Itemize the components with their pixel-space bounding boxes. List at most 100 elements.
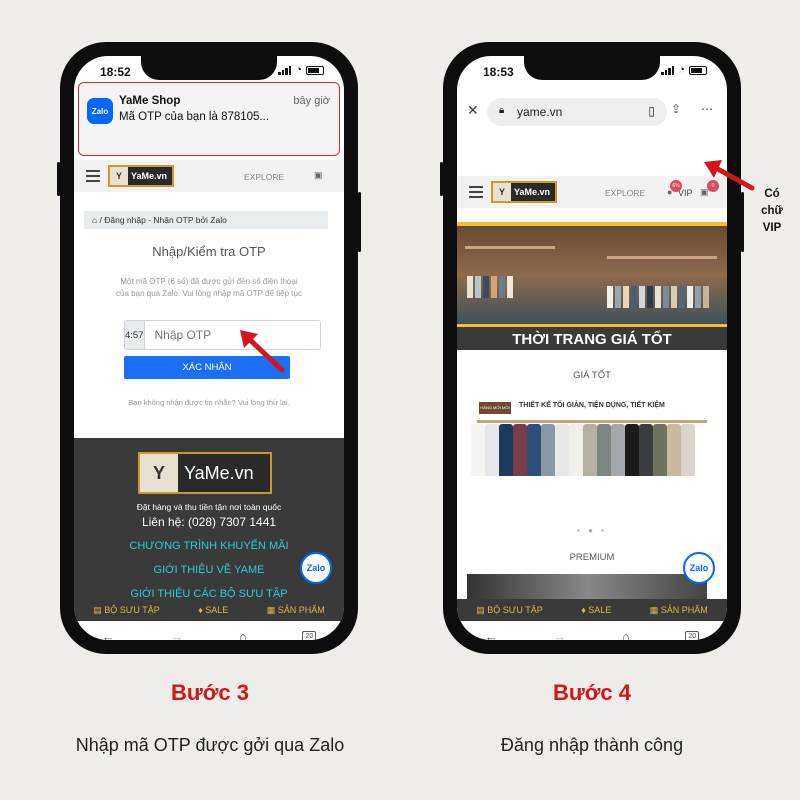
shield-icon: Y bbox=[140, 454, 178, 492]
shield-icon: Y bbox=[493, 183, 511, 201]
browser-toolbar: ← → ⌂ 20 bbox=[457, 621, 727, 640]
home-icon[interactable]: ⌂ bbox=[92, 215, 97, 225]
bottom-nav: ▤ BỘ SƯU TẬP ♦ SALE ▦ SẢN PHẨM bbox=[74, 599, 344, 621]
logo-text: YaMe.vn bbox=[514, 187, 551, 197]
annotation-line: chữ bbox=[761, 205, 783, 217]
step-4-description: Đăng nhập thành công bbox=[500, 735, 684, 755]
back-icon[interactable]: ← bbox=[485, 629, 498, 641]
nav-collections[interactable]: ▤ BỘ SƯU TẬP bbox=[476, 605, 543, 616]
shelf bbox=[465, 246, 555, 249]
url-text: yame.vn bbox=[517, 105, 563, 119]
shirts-image bbox=[471, 424, 695, 476]
footer-tagline: Đặt hàng và thu tiền tận nơi toàn quốc bbox=[136, 502, 282, 512]
browser-url-bar: ✕ 🔒︎ yame.vn ▯ ⇪ ⋯ bbox=[457, 90, 727, 136]
menu-icon[interactable] bbox=[86, 170, 100, 185]
otp-title: Nhập/Kiểm tra OTP bbox=[152, 244, 266, 259]
forward-icon[interactable]: → bbox=[553, 629, 566, 641]
bookmark-icon[interactable]: ▯ bbox=[648, 104, 655, 118]
close-icon[interactable]: ✕ bbox=[467, 102, 479, 119]
breadcrumb-current: Đăng nhập - Nhận OTP bởi Zalo bbox=[104, 215, 227, 225]
share-icon[interactable]: ⇪ bbox=[671, 102, 681, 116]
menu-icon[interactable] bbox=[469, 186, 483, 201]
phone-step-4: 18:53 ◔ ✕ 🔒︎ yame.vn ▯ ⇪ ⋯ Y YaMe.vn EXP… bbox=[440, 42, 744, 654]
tabs-button[interactable]: 20 bbox=[685, 630, 700, 640]
nav-products[interactable]: ▦ SẢN PHẨM bbox=[650, 605, 708, 616]
step-3-description: Nhập mã OTP được gởi qua Zalo bbox=[75, 735, 345, 755]
url-field[interactable]: 🔒︎ yame.vn ▯ bbox=[487, 98, 667, 126]
forward-icon[interactable]: → bbox=[170, 629, 183, 641]
cart-icon[interactable]: ▣ bbox=[314, 170, 323, 181]
step-3-title: Bước 3 bbox=[170, 680, 250, 705]
explore-link[interactable]: EXPLORE bbox=[244, 172, 284, 182]
red-arrow-icon bbox=[240, 330, 285, 373]
otp-notification[interactable]: Zalo YaMe Shop bây giờ Mã OTP của bạn là… bbox=[78, 82, 340, 156]
volume-button bbox=[440, 162, 443, 196]
battery-icon bbox=[689, 65, 707, 75]
zalo-app-icon: Zalo bbox=[87, 98, 113, 124]
home-icon[interactable]: ⌂ bbox=[622, 629, 630, 641]
phone-step-3: 18:52 ◔ Zalo YaMe Shop bây giờ Mã OTP củ… bbox=[57, 42, 361, 654]
tabs-button[interactable]: 20 bbox=[302, 630, 317, 640]
phone-screen: 18:52 ◔ Zalo YaMe Shop bây giờ Mã OTP củ… bbox=[74, 56, 344, 640]
nav-sale[interactable]: ♦ SALE bbox=[581, 605, 611, 615]
power-button bbox=[358, 192, 361, 252]
step-4-title: Bước 4 bbox=[552, 680, 632, 705]
nav-collections[interactable]: ▤ BỘ SƯU TẬP bbox=[93, 605, 160, 616]
clothes-rail bbox=[477, 420, 707, 423]
resend-hint: Bạn không nhận được tin nhắn? Vui lòng t… bbox=[128, 398, 290, 407]
user-badge: 6% bbox=[670, 180, 682, 192]
otp-input[interactable] bbox=[144, 320, 321, 350]
otp-timer: 4:57 bbox=[124, 320, 145, 350]
site-footer: Y YaMe.vn Đặt hàng và thu tiền tận nơi t… bbox=[74, 438, 344, 608]
bottom-nav: ▤ BỘ SƯU TẬP ♦ SALE ▦ SẢN PHẨM bbox=[457, 599, 727, 621]
battery-icon bbox=[306, 65, 324, 75]
otp-description: Một mã OTP (6 số) đã được gửi đến số điệ… bbox=[116, 277, 302, 298]
red-arrow-icon bbox=[704, 160, 755, 191]
shield-icon: Y bbox=[110, 167, 128, 185]
yame-logo[interactable]: Y YaMe.vn bbox=[491, 181, 557, 203]
wifi-icon: ◔ bbox=[295, 64, 302, 76]
annotation-line: VIP bbox=[762, 222, 782, 234]
shelf bbox=[607, 256, 717, 259]
signal-icon bbox=[278, 65, 292, 75]
clothing-rack bbox=[467, 276, 513, 298]
status-time: 18:52 bbox=[100, 65, 131, 79]
explore-link[interactable]: EXPLORE bbox=[605, 188, 645, 198]
zalo-chat-button[interactable]: Zalo bbox=[683, 552, 715, 584]
nav-products[interactable]: ▦ SẢN PHẨM bbox=[267, 605, 325, 616]
footer-logo: Y YaMe.vn bbox=[138, 452, 272, 494]
back-icon[interactable]: ← bbox=[102, 629, 115, 641]
site-header: Y YaMe.vn EXPLORE ● VIP 6% ▣ 0 bbox=[457, 176, 727, 208]
notification-title: YaMe Shop bbox=[119, 95, 181, 107]
footer-logo-text: YaMe.vn bbox=[184, 462, 254, 483]
volume-button bbox=[57, 162, 60, 196]
nav-sale[interactable]: ♦ SALE bbox=[198, 605, 228, 615]
more-icon[interactable]: ⋯ bbox=[701, 102, 713, 116]
annotation-line: Có bbox=[764, 188, 780, 200]
footer-contact[interactable]: Liên hệ: (028) 7307 1441 bbox=[74, 515, 344, 529]
yame-logo[interactable]: Y YaMe.vn bbox=[108, 165, 174, 187]
status-time: 18:53 bbox=[483, 65, 514, 79]
wifi-icon: ◔ bbox=[678, 64, 685, 76]
clothing-rack bbox=[607, 286, 709, 308]
notch bbox=[524, 56, 660, 80]
footer-link-promo[interactable]: CHƯƠNG TRÌNH KHUYẾN MÃI bbox=[74, 540, 344, 552]
home-icon[interactable]: ⌂ bbox=[239, 629, 247, 641]
browser-toolbar: ← → ⌂ 20 bbox=[74, 621, 344, 640]
logo-text: YaMe.vn bbox=[131, 171, 168, 181]
zalo-chat-button[interactable]: Zalo bbox=[300, 552, 332, 584]
banner-title: THỜI TRANG GIÁ TỐT bbox=[457, 324, 727, 350]
promo-tag: HÀNG MỚI MỖI NGÀY bbox=[479, 402, 511, 422]
site-header: Y YaMe.vn EXPLORE ▣ bbox=[74, 160, 344, 192]
notification-time: bây giờ bbox=[293, 95, 330, 107]
vip-annotation: Có chữ VIP bbox=[752, 186, 792, 237]
breadcrumb: ⌂ / Đăng nhập - Nhận OTP bởi Zalo bbox=[84, 211, 328, 229]
section-gia-tot: GIÁ TỐT bbox=[573, 370, 611, 381]
carousel-dots[interactable]: • ● • bbox=[457, 526, 727, 535]
promo-text: THIẾT KẾ TỐI GIẢN, TIỆN DỤNG, TIẾT KIỆM bbox=[519, 402, 665, 409]
promo-card[interactable]: HÀNG MỚI MỖI NGÀY THIẾT KẾ TỐI GIẢN, TIỆ… bbox=[457, 396, 727, 496]
notification-body: Mã OTP của bạn là 878105... bbox=[119, 111, 270, 123]
phone-screen: 18:53 ◔ ✕ 🔒︎ yame.vn ▯ ⇪ ⋯ Y YaMe.vn EXP… bbox=[457, 56, 727, 640]
lock-icon: 🔒︎ bbox=[499, 105, 505, 116]
signal-icon bbox=[661, 65, 675, 75]
